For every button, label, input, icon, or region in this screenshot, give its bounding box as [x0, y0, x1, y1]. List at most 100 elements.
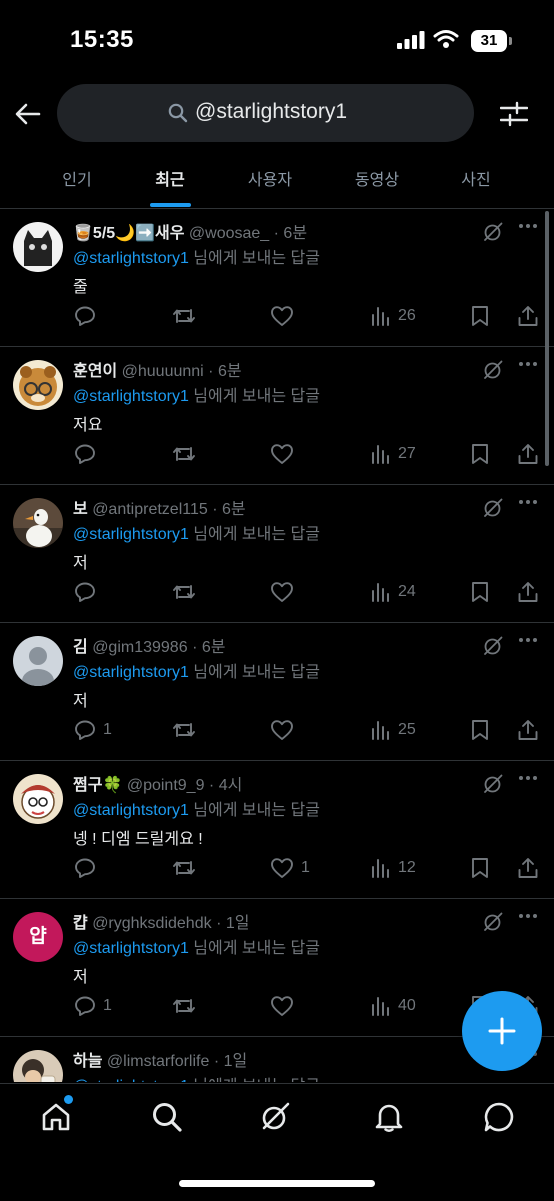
post-item[interactable]: 쩜구🍀 @point9_9 · 4시 @starlightstory1 님에게 보… [0, 761, 554, 899]
share-button[interactable] [517, 719, 539, 741]
reply-context: @starlightstory1 님에게 보내는 답글 [73, 382, 320, 406]
compose-button[interactable] [462, 991, 542, 1071]
avatar[interactable] [13, 774, 63, 824]
mention-link[interactable]: @starlightstory1 [73, 940, 189, 957]
handle[interactable]: @woosae_ [189, 225, 269, 242]
mention-link[interactable]: @starlightstory1 [73, 664, 189, 681]
views-button[interactable]: 25 [371, 719, 416, 741]
grok-icon[interactable] [482, 773, 504, 795]
views-button[interactable]: 40 [371, 995, 416, 1017]
like-button[interactable] [270, 305, 301, 327]
tab-latest[interactable]: 최근 [155, 166, 184, 190]
like-button[interactable] [270, 443, 301, 465]
filter-sliders-icon[interactable] [500, 101, 528, 127]
grok-icon[interactable] [482, 635, 504, 657]
views-button[interactable]: 24 [371, 581, 416, 603]
post-header: 보 @antipretzel115 · 6분 [73, 495, 246, 519]
post-time: · 1일 [216, 915, 250, 932]
mention-link[interactable]: @starlightstory1 [73, 526, 189, 543]
mention-link[interactable]: @starlightstory1 [73, 388, 189, 405]
scrollbar[interactable] [545, 211, 549, 466]
mention-link[interactable]: @starlightstory1 [73, 802, 189, 819]
retweet-button[interactable] [172, 443, 196, 465]
reply-button[interactable]: 1 [74, 719, 112, 741]
display-name[interactable]: 하늘 [73, 1053, 102, 1070]
more-icon[interactable] [518, 775, 538, 781]
handle[interactable]: @gim139986 [92, 639, 187, 656]
handle[interactable]: @huuuunni [122, 363, 204, 380]
more-icon[interactable] [518, 637, 538, 643]
tab-photos[interactable]: 사진 [461, 166, 490, 190]
post-item[interactable]: 보 @antipretzel115 · 6분 @starlightstory1 님… [0, 485, 554, 623]
search-input[interactable]: @starlightstory1 [57, 84, 474, 142]
share-button[interactable] [517, 443, 539, 465]
avatar[interactable]: 얍 [13, 912, 63, 962]
mention-link[interactable]: @starlightstory1 [73, 1078, 189, 1082]
more-icon[interactable] [518, 499, 538, 505]
display-name[interactable]: 김 [73, 639, 88, 656]
display-name[interactable]: 🥃5/5🌙➡️새우 [73, 225, 184, 242]
avatar[interactable] [13, 498, 63, 548]
retweet-button[interactable] [172, 995, 196, 1017]
more-icon[interactable] [518, 223, 538, 229]
share-button[interactable] [517, 581, 539, 603]
reply-button[interactable] [74, 857, 103, 879]
tab-people[interactable]: 사용자 [248, 166, 292, 190]
retweet-button[interactable] [172, 581, 196, 603]
views-icon [372, 445, 389, 464]
post-item[interactable]: 훈연이 @huuuunni · 6분 @starlightstory1 님에게 보… [0, 347, 554, 485]
bookmark-button[interactable] [470, 305, 490, 327]
handle[interactable]: @limstarforlife [107, 1053, 209, 1070]
handle[interactable]: @ryghksdidehdk [92, 915, 211, 932]
like-button[interactable] [270, 995, 301, 1017]
bookmark-button[interactable] [470, 581, 490, 603]
views-icon [372, 583, 389, 602]
grok-icon[interactable] [482, 221, 504, 243]
notifications-icon[interactable] [373, 1101, 405, 1133]
handle[interactable]: @point9_9 [127, 777, 205, 794]
home-icon[interactable] [40, 1101, 72, 1133]
share-button[interactable] [517, 857, 539, 879]
retweet-button[interactable] [172, 305, 196, 327]
more-icon[interactable] [518, 361, 538, 367]
grok-icon[interactable] [482, 911, 504, 933]
bookmark-button[interactable] [470, 443, 490, 465]
more-icon[interactable] [518, 913, 538, 919]
handle[interactable]: @antipretzel115 [92, 501, 208, 518]
display-name[interactable]: 캽 [73, 915, 88, 932]
avatar[interactable] [13, 360, 63, 410]
reply-button[interactable] [74, 443, 103, 465]
grok-icon[interactable] [482, 497, 504, 519]
reply-button[interactable] [74, 581, 103, 603]
grok-nav-icon[interactable] [259, 1101, 291, 1133]
post-header: 캽 @ryghksdidehdk · 1일 [73, 909, 249, 933]
messages-icon[interactable] [483, 1101, 515, 1133]
like-button[interactable] [270, 719, 301, 741]
avatar[interactable] [13, 222, 63, 272]
back-arrow-icon[interactable] [14, 100, 42, 128]
like-button[interactable]: 1 [270, 857, 310, 879]
like-button[interactable] [270, 581, 301, 603]
reply-button[interactable] [74, 305, 103, 327]
display-name[interactable]: 쩜구🍀 [73, 777, 122, 794]
views-button[interactable]: 12 [371, 857, 416, 879]
views-button[interactable]: 26 [371, 305, 416, 327]
bookmark-button[interactable] [470, 719, 490, 741]
post-item[interactable]: 🥃5/5🌙➡️새우 @woosae_ · 6분 @starlightstory1 … [0, 209, 554, 347]
retweet-button[interactable] [172, 857, 196, 879]
avatar[interactable] [13, 1050, 63, 1082]
display-name[interactable]: 보 [73, 501, 88, 518]
tab-videos[interactable]: 동영상 [355, 166, 399, 190]
mention-link[interactable]: @starlightstory1 [73, 250, 189, 267]
explore-icon[interactable] [151, 1101, 183, 1133]
retweet-button[interactable] [172, 719, 196, 741]
post-item[interactable]: 김 @gim139986 · 6분 @starlightstory1 님에게 보내… [0, 623, 554, 761]
tab-popular[interactable]: 인기 [62, 166, 91, 190]
display-name[interactable]: 훈연이 [73, 363, 117, 380]
avatar[interactable] [13, 636, 63, 686]
reply-button[interactable]: 1 [74, 995, 112, 1017]
grok-icon[interactable] [482, 359, 504, 381]
views-button[interactable]: 27 [371, 443, 416, 465]
share-button[interactable] [517, 305, 539, 327]
bookmark-button[interactable] [470, 857, 490, 879]
